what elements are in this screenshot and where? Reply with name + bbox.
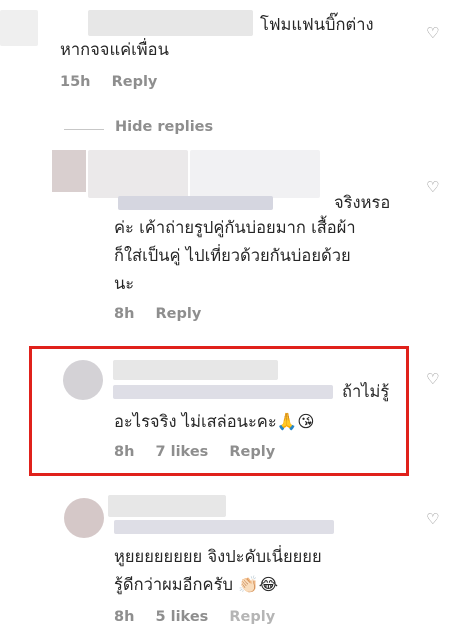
reply-button[interactable]: Reply: [229, 609, 275, 625]
reply-button[interactable]: Reply: [155, 306, 201, 322]
timestamp: 8h: [114, 609, 135, 625]
comment-text: หูยยยยยยยย จิงปะคับเนี่ยยยย: [114, 547, 322, 566]
comment-meta: 8h Reply: [114, 306, 217, 322]
comment-meta: 8h 7 likes Reply: [114, 444, 291, 460]
timestamp: 8h: [114, 444, 135, 460]
comment-meta: 8h 5 likes Reply: [114, 609, 291, 625]
comment-text: ถ้าไม่รู้: [342, 382, 390, 401]
likes-count[interactable]: 7 likes: [155, 444, 208, 460]
timestamp: 15h: [60, 74, 91, 90]
divider: [64, 129, 104, 130]
comment-blurred: [114, 520, 334, 534]
username-blurred: [108, 495, 226, 517]
avatar-blurred: [64, 498, 104, 538]
reply-button[interactable]: Reply: [112, 74, 158, 90]
comment-text: ก็ใส่เป็นคู่ ไปเที่ยวด้วยกันบ่อยด้วย: [114, 246, 351, 265]
heart-outline-icon[interactable]: ♡: [426, 512, 439, 527]
hide-replies-button[interactable]: Hide replies: [115, 119, 213, 135]
heart-outline-icon[interactable]: ♡: [426, 180, 439, 195]
username-blurred: [88, 150, 188, 198]
username-blurred: [88, 10, 253, 36]
avatar-blurred: [52, 150, 86, 192]
comment-text: รู้ดีกว่าผมอีกครับ 👏🏻😂: [114, 575, 278, 594]
comment-text: หากจจแค่เพื่อน: [60, 40, 169, 59]
username-blurred: [190, 150, 320, 198]
username-blurred: [113, 360, 278, 380]
likes-count[interactable]: 5 likes: [155, 609, 208, 625]
avatar-blurred: [63, 360, 103, 400]
comment-text: โฟมแฟนบิ๊กต่าง: [260, 15, 374, 34]
comment-blurred: [113, 385, 333, 399]
comment-text: ค่ะ เค้าถ่ายรูปคู่กันบ่อยมาก เสื้อผ้า: [114, 218, 356, 237]
comment-text: จริงหรอ: [334, 193, 391, 212]
timestamp: 8h: [114, 306, 135, 322]
heart-outline-icon[interactable]: ♡: [426, 372, 439, 387]
comment-text: นะ: [114, 274, 135, 293]
avatar-blurred: [0, 10, 38, 46]
comment-text: อะไรจริง ไม่เสล่อนะคะ🙏😘: [114, 412, 315, 431]
reply-button[interactable]: Reply: [229, 444, 275, 460]
comment-meta: 15h Reply: [60, 74, 173, 90]
comment-blurred: [118, 196, 273, 210]
heart-outline-icon[interactable]: ♡: [426, 26, 439, 41]
